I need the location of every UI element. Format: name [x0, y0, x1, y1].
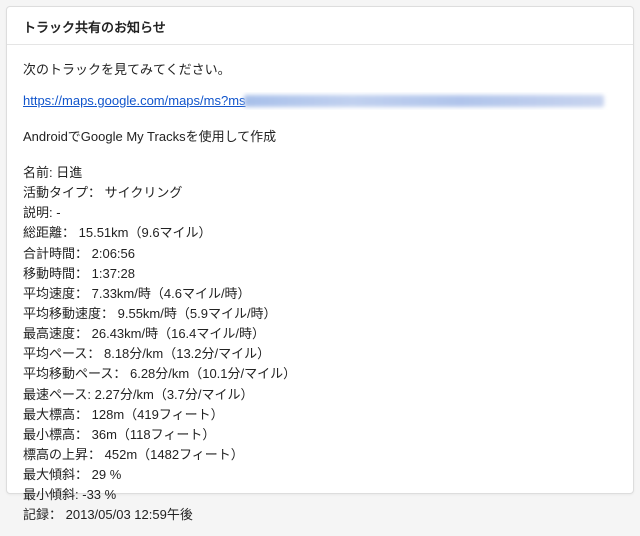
header-title: トラック共有のお知らせ	[23, 20, 166, 35]
stat-value: 日進	[53, 165, 83, 180]
email-card: トラック共有のお知らせ 次のトラックを見てみてください。 https://map…	[6, 6, 634, 494]
stat-row: 合計時間： 2:06:56	[23, 244, 617, 264]
stat-label: 合計時間：	[23, 246, 88, 261]
track-stats: 名前: 日進活動タイプ： サイクリング説明: -総距離： 15.51km（9.6…	[23, 163, 617, 526]
stat-value: -33 %	[79, 487, 117, 502]
stat-label: 活動タイプ：	[23, 185, 101, 200]
stat-row: 最小傾斜: -33 %	[23, 485, 617, 505]
stat-label: 最小標高：	[23, 427, 88, 442]
stat-value: 9.55km/時（5.9マイル/時）	[114, 306, 277, 321]
stat-row: 最高速度： 26.43km/時（16.4マイル/時）	[23, 324, 617, 344]
stat-value: 36m（118フィート）	[88, 427, 215, 442]
stat-label: 標高の上昇：	[23, 447, 101, 462]
stat-value: 29 %	[88, 467, 121, 482]
card-body: 次のトラックを見てみてください。 https://maps.google.com…	[7, 45, 633, 536]
intro-text: 次のトラックを見てみてください。	[23, 59, 617, 78]
stat-value: 26.43km/時（16.4マイル/時）	[88, 326, 265, 341]
stat-value: サイクリング	[101, 185, 182, 200]
stat-row: 平均移動速度： 9.55km/時（5.9マイル/時）	[23, 304, 617, 324]
stat-row: 平均速度： 7.33km/時（4.6マイル/時）	[23, 284, 617, 304]
stat-label: 最速ペース:	[23, 387, 91, 402]
stat-label: 平均移動ペース：	[23, 366, 126, 381]
stat-label: 平均ペース：	[23, 346, 100, 361]
stat-value: 8.18分/km（13.2分/マイル）	[100, 346, 270, 361]
stat-label: 最大傾斜：	[23, 467, 88, 482]
stat-row: 平均ペース： 8.18分/km（13.2分/マイル）	[23, 344, 617, 364]
stat-row: 移動時間： 1:37:28	[23, 264, 617, 284]
stat-value: 452m（1482フィート）	[101, 447, 244, 462]
stat-value: 7.33km/時（4.6マイル/時）	[88, 286, 251, 301]
stat-row: 説明: -	[23, 203, 617, 223]
stat-value: 128m（419フィート）	[88, 407, 224, 422]
share-link-row: https://maps.google.com/maps/ms?ms	[23, 92, 617, 110]
stat-value: 6.28分/km（10.1分/マイル）	[126, 366, 296, 381]
stat-value: 2:06:56	[88, 246, 135, 261]
stat-label: 平均速度：	[23, 286, 88, 301]
stat-value: 2.27分/km（3.7分/マイル）	[91, 387, 254, 402]
stat-label: 総距離：	[23, 225, 75, 240]
stat-row: 平均移動ペース： 6.28分/km（10.1分/マイル）	[23, 364, 617, 384]
stat-value: -	[53, 205, 61, 220]
stat-row: 標高の上昇： 452m（1482フィート）	[23, 445, 617, 465]
stat-row: 名前: 日進	[23, 163, 617, 183]
card-header: トラック共有のお知らせ	[7, 7, 633, 45]
stat-label: 説明:	[23, 205, 53, 220]
stat-label: 移動時間：	[23, 266, 88, 281]
link-obscured-icon	[244, 95, 604, 107]
stat-row: 最小標高： 36m（118フィート）	[23, 425, 617, 445]
stat-row: 最速ペース: 2.27分/km（3.7分/マイル）	[23, 385, 617, 405]
stat-value: 15.51km（9.6マイル）	[75, 225, 212, 240]
created-by-text: AndroidでGoogle My Tracksを使用して作成	[23, 126, 617, 145]
stat-label: 最大標高：	[23, 407, 88, 422]
stat-label: 最高速度：	[23, 326, 88, 341]
stat-row: 総距離： 15.51km（9.6マイル）	[23, 223, 617, 243]
stat-label: 平均移動速度：	[23, 306, 114, 321]
stat-row: 最大傾斜： 29 %	[23, 465, 617, 485]
share-link[interactable]: https://maps.google.com/maps/ms?ms	[23, 93, 246, 108]
stat-row: 活動タイプ： サイクリング	[23, 183, 617, 203]
stat-label: 記録：	[23, 507, 62, 522]
stat-row: 記録： 2013/05/03 12:59午後	[23, 505, 617, 525]
stat-label: 最小傾斜:	[23, 487, 79, 502]
stat-row: 最大標高： 128m（419フィート）	[23, 405, 617, 425]
stat-value: 2013/05/03 12:59午後	[62, 507, 193, 522]
stat-label: 名前:	[23, 165, 53, 180]
stat-value: 1:37:28	[88, 266, 135, 281]
